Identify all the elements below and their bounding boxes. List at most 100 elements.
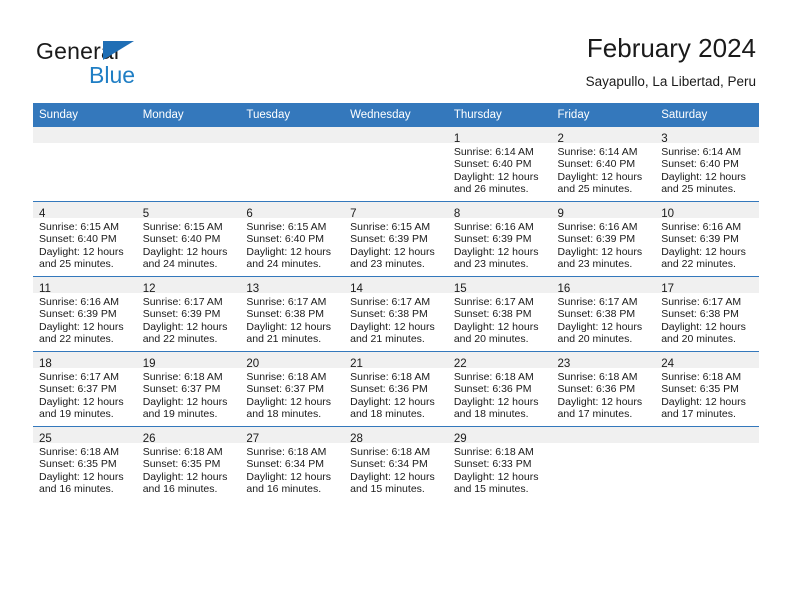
day-number: 3 [661,133,668,145]
day-number-strip: 11 [33,277,137,295]
calendar-day-cell[interactable]: 21 Sunrise: 6:18 AM Sunset: 6:36 PM Dayligh… [344,351,448,427]
weekday-header-friday: Friday [551,103,656,127]
daylight-text-line1: Daylight: 12 hours [350,470,435,483]
day-number-strip: 8 [447,202,552,220]
calendar-day-cell[interactable]: 17 Sunrise: 6:17 AM Sunset: 6:38 PM Dayligh… [655,276,759,352]
sunrise-text: Sunrise: 6:17 AM [557,296,638,308]
calendar-day-cell[interactable]: 24 Sunrise: 6:18 AM Sunset: 6:35 PM Dayligh… [655,351,759,427]
day-number-strip: 19 [136,352,241,370]
day-number-strip: 10 [655,202,759,220]
sunset-text: Sunset: 6:40 PM [453,158,532,171]
day-number: 24 [661,358,675,370]
sunset-text: Sunset: 6:35 PM [142,458,221,471]
day-number-strip: 1 [447,127,552,145]
day-number: 22 [453,358,467,370]
calendar-day-cell[interactable]: 10 Sunrise: 6:16 AM Sunset: 6:39 PM Dayligh… [655,201,759,277]
title-block: February 2024 Sayapullo, La Libertad, Pe… [586,32,756,92]
day-cell-inner: 18 Sunrise: 6:17 AM Sunset: 6:37 PM Dayligh… [33,352,137,426]
calendar-header-row: Sunday Monday Tuesday Wednesday Thursday… [33,103,759,127]
daylight-text-line2: and 23 minutes. [557,258,633,271]
general-blue-logo[interactable]: General Blue [36,38,256,90]
calendar-day-cell[interactable]: 14 Sunrise: 6:17 AM Sunset: 6:38 PM Dayligh… [344,276,448,352]
sunset-text: Sunset: 6:34 PM [246,458,325,471]
day-cell-inner: 15 Sunrise: 6:17 AM Sunset: 6:38 PM Dayligh… [447,277,552,351]
daylight-text-line2: and 24 minutes. [246,258,322,271]
calendar-day-cell[interactable]: 13 Sunrise: 6:17 AM Sunset: 6:38 PM Dayligh… [240,276,345,352]
calendar-day-cell[interactable]: 23 Sunrise: 6:18 AM Sunset: 6:36 PM Dayligh… [551,351,656,427]
calendar-day-cell[interactable]: 20 Sunrise: 6:18 AM Sunset: 6:37 PM Dayligh… [240,351,345,427]
sunrise-text: Sunrise: 6:18 AM [453,446,534,458]
weekday-header-sunday: Sunday [33,103,137,127]
sunrise-text: Sunrise: 6:15 AM [39,221,119,233]
day-number-strip: 25 [33,427,137,445]
day-number: 28 [350,433,363,445]
calendar-day-cell-empty [33,127,137,202]
daylight-text-line1: Daylight: 12 hours [39,470,124,483]
calendar-day-cell[interactable]: 7 Sunrise: 6:15 AM Sunset: 6:39 PM Daylight… [344,201,448,277]
daylight-text-line1: Daylight: 12 hours [142,395,228,408]
day-cell-inner: 21 Sunrise: 6:18 AM Sunset: 6:36 PM Dayligh… [344,352,448,426]
daylight-text-line2: and 20 minutes. [453,333,529,346]
day-cell-inner: 5 Sunrise: 6:15 AM Sunset: 6:40 PM Daylight… [136,202,241,276]
calendar-day-cell[interactable]: 26 Sunrise: 6:18 AM Sunset: 6:35 PM Dayligh… [136,426,241,501]
day-number-strip: 9 [551,202,656,220]
day-cell-details: Sunrise: 6:15 AM Sunset: 6:40 PM Daylight:… [33,218,137,271]
day-cell-details: Sunrise: 6:17 AM Sunset: 6:38 PM Daylight:… [448,293,552,346]
day-number-strip: 5 [136,202,241,220]
calendar-day-cell[interactable]: 18 Sunrise: 6:17 AM Sunset: 6:37 PM Dayligh… [33,351,137,427]
calendar-day-cell[interactable]: 25 Sunrise: 6:18 AM Sunset: 6:35 PM Dayligh… [33,426,137,501]
day-cell-details: Sunrise: 6:18 AM Sunset: 6:35 PM Daylight:… [33,443,137,496]
calendar-day-cell[interactable]: 5 Sunrise: 6:15 AM Sunset: 6:40 PM Daylight… [136,201,241,277]
calendar-day-cell[interactable]: 3 Sunrise: 6:14 AM Sunset: 6:40 PM Daylight… [655,127,759,202]
calendar-day-cell[interactable]: 2 Sunrise: 6:14 AM Sunset: 6:40 PM Daylight… [551,127,656,202]
day-cell-inner: 11 Sunrise: 6:16 AM Sunset: 6:39 PM Dayligh… [33,277,137,351]
sunrise-text: Sunrise: 6:17 AM [453,296,534,308]
calendar-day-cell[interactable]: 12 Sunrise: 6:17 AM Sunset: 6:39 PM Dayligh… [136,276,241,352]
day-cell-inner: 20 Sunrise: 6:18 AM Sunset: 6:37 PM Dayligh… [240,352,345,426]
sunrise-sunset-calendar: Sunday Monday Tuesday Wednesday Thursday… [33,103,759,501]
day-number: 16 [557,283,571,295]
calendar-week-row: 25 Sunrise: 6:18 AM Sunset: 6:35 PM Dayligh… [33,426,759,501]
logo-top-row: General [36,38,256,64]
daylight-text-line1: Daylight: 12 hours [453,245,539,258]
day-number-strip: 4 [33,202,137,220]
day-number: 23 [557,358,571,370]
calendar-day-cell[interactable]: 1 Sunrise: 6:14 AM Sunset: 6:40 PM Daylight… [447,127,552,202]
calendar-day-cell[interactable]: 22 Sunrise: 6:18 AM Sunset: 6:36 PM Dayligh… [447,351,552,427]
sunset-text: Sunset: 6:35 PM [39,458,117,471]
daylight-text-line2: and 25 minutes. [661,183,736,196]
daylight-text-line1: Daylight: 12 hours [453,395,539,408]
calendar-day-cell[interactable]: 11 Sunrise: 6:16 AM Sunset: 6:39 PM Dayligh… [33,276,137,352]
day-number: 11 [39,283,51,295]
calendar-day-cell[interactable]: 28 Sunrise: 6:18 AM Sunset: 6:34 PM Dayligh… [344,426,448,501]
daylight-text-line1: Daylight: 12 hours [661,170,746,183]
sunset-text: Sunset: 6:39 PM [142,308,221,321]
calendar-day-cell[interactable]: 19 Sunrise: 6:18 AM Sunset: 6:37 PM Dayligh… [136,351,241,427]
day-cell-inner [344,127,448,201]
day-number: 15 [453,283,467,295]
day-number-strip: 20 [240,352,345,370]
calendar-day-cell[interactable]: 29 Sunrise: 6:18 AM Sunset: 6:33 PM Dayligh… [447,426,552,501]
day-cell-details: Sunrise: 6:17 AM Sunset: 6:39 PM Daylight:… [137,293,241,346]
day-cell-inner: 8 Sunrise: 6:16 AM Sunset: 6:39 PM Daylight… [447,202,552,276]
sunrise-text: Sunrise: 6:15 AM [246,221,327,233]
calendar-day-cell[interactable]: 27 Sunrise: 6:18 AM Sunset: 6:34 PM Dayligh… [240,426,345,501]
sunrise-text: Sunrise: 6:17 AM [350,296,431,308]
daylight-text-line1: Daylight: 12 hours [453,170,539,183]
calendar-week-row: 1 Sunrise: 6:14 AM Sunset: 6:40 PM Daylight… [33,127,759,202]
daylight-text-line1: Daylight: 12 hours [39,395,124,408]
sunrise-text: Sunrise: 6:18 AM [350,446,431,458]
calendar-day-cell[interactable]: 8 Sunrise: 6:16 AM Sunset: 6:39 PM Daylight… [447,201,552,277]
calendar-day-cell[interactable]: 4 Sunrise: 6:15 AM Sunset: 6:40 PM Daylight… [33,201,137,277]
day-cell-details: Sunrise: 6:18 AM Sunset: 6:37 PM Daylight:… [137,368,241,421]
calendar-day-cell[interactable]: 9 Sunrise: 6:16 AM Sunset: 6:39 PM Daylight… [551,201,656,277]
day-number: 6 [246,208,253,220]
calendar-day-cell[interactable]: 15 Sunrise: 6:17 AM Sunset: 6:38 PM Dayligh… [447,276,552,352]
daylight-text-line1: Daylight: 12 hours [557,395,643,408]
calendar-day-cell[interactable]: 6 Sunrise: 6:15 AM Sunset: 6:40 PM Daylight… [240,201,345,277]
calendar-day-cell[interactable]: 16 Sunrise: 6:17 AM Sunset: 6:38 PM Dayligh… [551,276,656,352]
sunrise-text: Sunrise: 6:17 AM [142,296,223,308]
day-cell-details: Sunrise: 6:16 AM Sunset: 6:39 PM Daylight:… [448,218,552,271]
sunrise-text: Sunrise: 6:18 AM [39,446,119,458]
day-number-strip: 28 [344,427,448,445]
